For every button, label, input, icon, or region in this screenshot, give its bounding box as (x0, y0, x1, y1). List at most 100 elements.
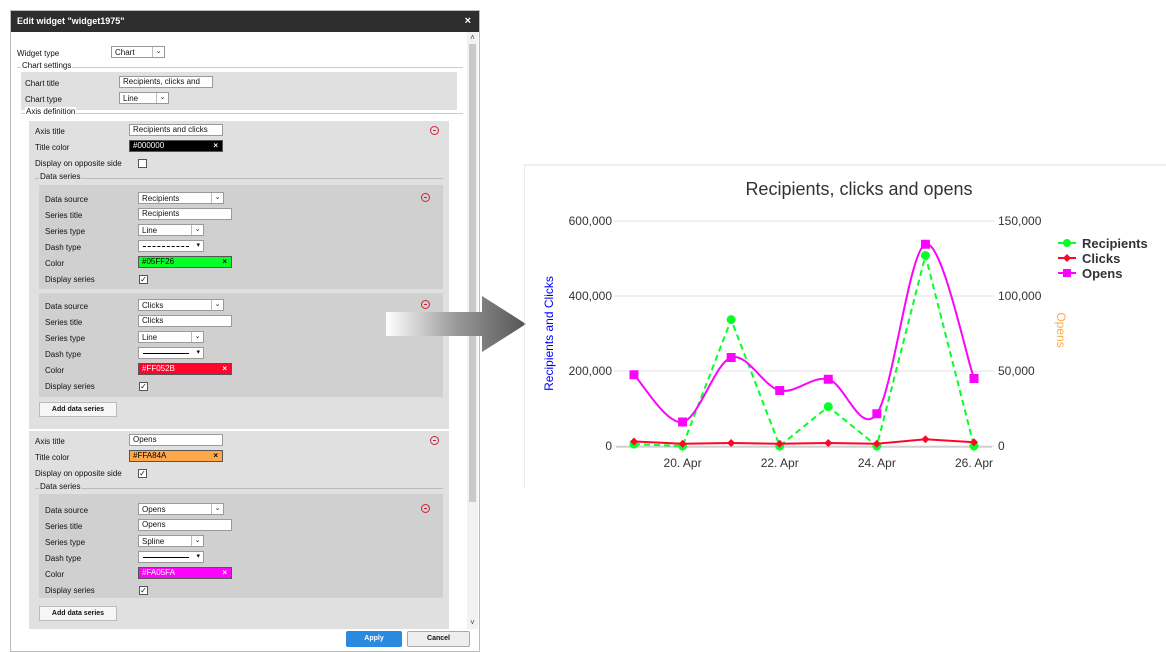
chart-type-select[interactable]: Line ⌄ (119, 92, 169, 104)
add-data-series-button[interactable]: Add data series (39, 606, 117, 621)
apply-button[interactable]: Apply (346, 631, 402, 647)
right-tick-label: 100,000 (998, 289, 1042, 303)
remove-series-icon[interactable] (421, 504, 430, 513)
dash-type-label: Dash type (45, 554, 82, 563)
series-title-input[interactable]: Recipients (138, 208, 232, 220)
chart-title: Recipients, clicks and opens (745, 179, 972, 199)
series-opens-point (872, 409, 882, 419)
data-source-select[interactable]: Clicks ⌄ (138, 299, 224, 311)
chart-settings-legend: Chart settings (21, 61, 73, 70)
series-color-picker[interactable]: #FF052B × (138, 363, 232, 375)
display-series-checkbox[interactable]: ✓ (139, 586, 148, 595)
series-type-value: Line (142, 226, 158, 235)
clear-color-icon[interactable]: × (213, 141, 218, 151)
data-source-select[interactable]: Recipients ⌄ (138, 192, 224, 204)
opposite-side-checkbox[interactable] (138, 159, 147, 168)
chevron-down-icon: ⌄ (191, 536, 203, 546)
chevron-down-icon: ⌄ (191, 332, 203, 342)
data-series-divider (35, 178, 443, 179)
left-tick-label: 0 (605, 439, 612, 453)
data-series-panel-recipients (39, 185, 443, 289)
axis-title-label: Axis title (35, 437, 65, 446)
series-recipients-point (726, 315, 736, 325)
cancel-button[interactable]: Cancel (407, 631, 470, 647)
color-label: Color (45, 570, 65, 579)
arrow-right-icon (386, 296, 526, 352)
opposite-side-checkbox[interactable]: ✓ (138, 469, 147, 478)
series-opens-point (726, 353, 736, 362)
series-opens-line (633, 243, 975, 424)
clear-color-icon[interactable]: × (222, 364, 227, 374)
data-source-label: Data source (45, 506, 89, 515)
series-type-value: Spline (142, 537, 165, 546)
axis-definition-divider (21, 113, 463, 114)
title-color-label: Title color (35, 143, 70, 152)
series-title-input[interactable]: Clicks (138, 315, 232, 327)
chart-settings-divider (17, 67, 463, 68)
series-title-label: Series title (45, 211, 83, 220)
chevron-down-icon: ⌄ (191, 225, 203, 235)
widget-type-select[interactable]: Chart ⌄ (111, 46, 165, 58)
title-color-picker[interactable]: #FFA84A × (129, 450, 223, 462)
dash-type-select[interactable]: ▾ (138, 551, 204, 563)
display-series-label: Display series (45, 586, 95, 595)
series-type-select[interactable]: Line ⌄ (138, 331, 204, 343)
x-tick-label: 26. Apr (955, 456, 993, 470)
scrollbar-thumb[interactable] (469, 44, 476, 502)
add-data-series-button[interactable]: Add data series (39, 402, 117, 417)
legend-recipients-marker (1063, 239, 1071, 247)
scroll-down-icon[interactable]: ˅ (468, 618, 477, 628)
series-opens-point (775, 386, 785, 395)
clear-color-icon[interactable]: × (222, 568, 227, 578)
series-type-select[interactable]: Spline ⌄ (138, 535, 204, 547)
chevron-down-icon: ⌄ (152, 47, 164, 57)
right-tick-label: 0 (998, 439, 1005, 453)
close-icon[interactable]: × (465, 11, 471, 32)
dash-type-label: Dash type (45, 350, 82, 359)
chart-settings-panel (21, 72, 457, 110)
data-series-legend: Data series (39, 482, 82, 491)
series-title-input[interactable]: Opens (138, 519, 232, 531)
series-type-label: Series type (45, 227, 86, 236)
right-axis-title: Opens (1054, 312, 1068, 347)
legend-clicks-label: Clicks (1082, 251, 1120, 266)
series-color-picker[interactable]: #FA05FA × (138, 567, 232, 579)
dash-type-select[interactable]: ▾ (138, 240, 204, 252)
axis-title-label: Axis title (35, 127, 65, 136)
display-series-checkbox[interactable]: ✓ (139, 275, 148, 284)
remove-series-icon[interactable] (421, 193, 430, 202)
caret-down-icon: ▾ (196, 242, 200, 249)
dashed-line-icon (143, 246, 189, 247)
scroll-up-icon[interactable]: ˄ (468, 33, 477, 43)
data-source-value: Recipients (142, 194, 180, 203)
data-source-value: Clicks (142, 301, 164, 310)
left-tick-label: 200,000 (569, 364, 613, 378)
series-title-label: Series title (45, 318, 83, 327)
display-series-label: Display series (45, 275, 95, 284)
axis-title-input[interactable]: Recipients and clicks (129, 124, 223, 136)
widget-type-label: Widget type (17, 49, 60, 58)
data-source-value: Opens (142, 505, 166, 514)
remove-axis-icon[interactable] (430, 126, 439, 135)
data-source-select[interactable]: Opens ⌄ (138, 503, 224, 515)
remove-axis-icon[interactable] (430, 436, 439, 445)
data-source-label: Data source (45, 195, 89, 204)
series-type-select[interactable]: Line ⌄ (138, 224, 204, 236)
axis-title-input[interactable]: Opens (129, 434, 223, 446)
title-color-label: Title color (35, 453, 70, 462)
display-series-checkbox[interactable]: ✓ (139, 382, 148, 391)
legend-clicks-marker (1063, 254, 1071, 262)
dash-type-label: Dash type (45, 243, 82, 252)
dash-type-select[interactable]: ▾ (138, 347, 204, 359)
left-axis-title: Recipients and Clicks (542, 276, 556, 391)
dialog-title: Edit widget "widget1975" (17, 16, 125, 26)
legend-opens-marker (1063, 269, 1071, 277)
chart-title-input[interactable]: Recipients, clicks and (119, 76, 213, 88)
series-clicks-point (921, 435, 930, 444)
left-tick-label: 600,000 (569, 214, 613, 228)
chevron-down-icon: ⌄ (211, 504, 223, 514)
clear-color-icon[interactable]: × (213, 451, 218, 461)
title-color-picker[interactable]: #000000 × (129, 140, 223, 152)
clear-color-icon[interactable]: × (222, 257, 227, 267)
series-color-picker[interactable]: #05FF26 × (138, 256, 232, 268)
